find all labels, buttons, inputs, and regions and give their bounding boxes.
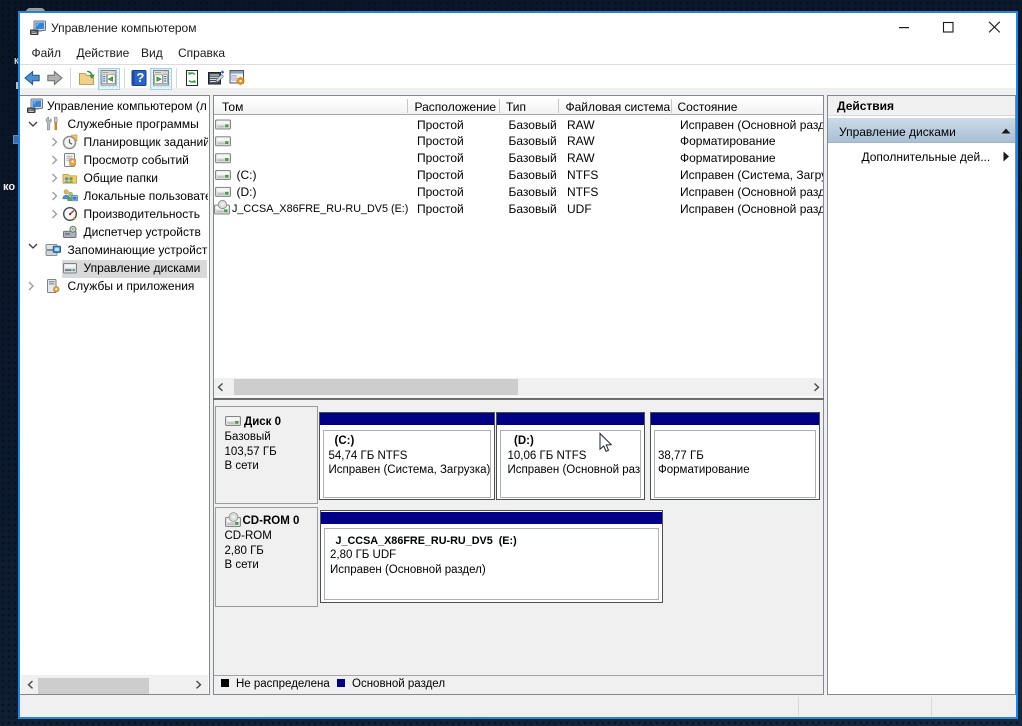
svg-text:?: ? [136, 70, 144, 85]
